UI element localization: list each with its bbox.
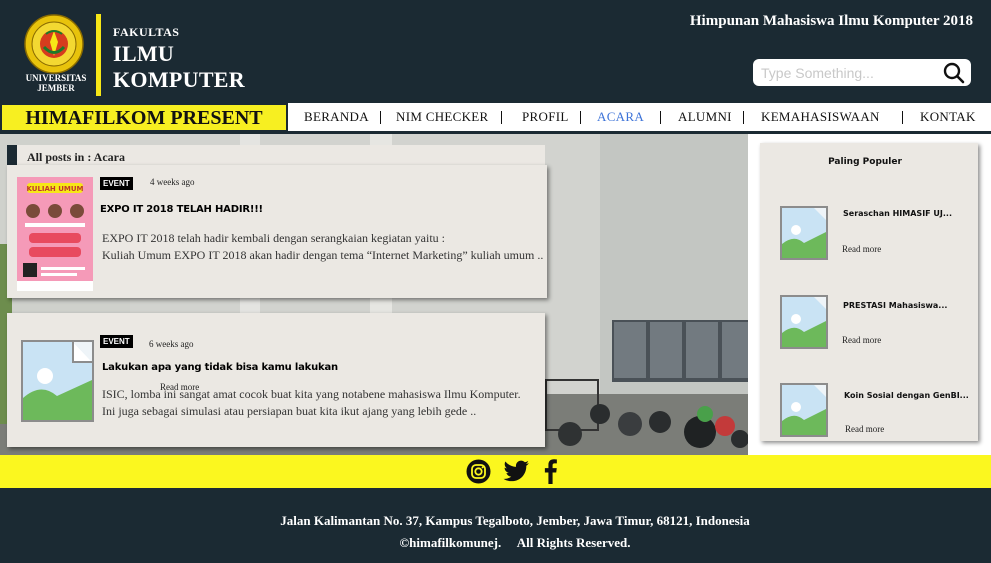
site-brand[interactable]: HIMAFILKOM PRESENT: [0, 103, 288, 132]
post-time: 4 weeks ago: [150, 177, 195, 187]
nav-separator: [902, 111, 903, 124]
broken-image-icon: [23, 342, 92, 420]
footer-copyright: ©himafilkomunej. All Rights Reserved.: [399, 535, 631, 550]
category-badge[interactable]: EVENT: [100, 335, 133, 348]
nav-separator: [380, 111, 381, 124]
broken-image-icon: [782, 385, 826, 435]
nav-item-beranda[interactable]: BERANDA: [304, 109, 369, 125]
nav-item-kemahasiswaan[interactable]: KEMAHASISWAAN: [761, 109, 880, 125]
site-footer: Jalan Kalimantan No. 37, Kampus Tegalbot…: [0, 488, 991, 563]
site-header: UNIVERSITAS JEMBER FAKULTAS ILMU KOMPUTE…: [0, 0, 991, 103]
poster-headline: KULIAH UMUM: [26, 185, 83, 193]
post-card[interactable]: KULIAH UMUM EVENT 4 weeks ago EXPO IT 20…: [7, 165, 547, 298]
poster-image: KULIAH UMUM: [17, 177, 93, 291]
nav-item-acara[interactable]: ACARA: [597, 109, 644, 125]
post-card[interactable]: EVENT 6 weeks ago Lakukan apa yang tidak…: [7, 313, 545, 447]
excerpt-line: EXPO IT 2018 telah hadir kembali dengan …: [102, 231, 446, 245]
faculty-name-line: KOMPUTER: [113, 67, 245, 92]
nav-separator: [743, 111, 744, 124]
faculty-name: ILMU KOMPUTER: [113, 41, 245, 93]
popular-title: Paling Populer: [828, 157, 902, 167]
caption-line: UNIVERSITAS: [25, 73, 87, 83]
faculty-name-line: ILMU: [113, 41, 175, 66]
popular-post-title[interactable]: Koin Sosial dengan GenBI...: [844, 391, 969, 400]
university-logo[interactable]: [22, 14, 86, 76]
search-icon[interactable]: [943, 62, 965, 84]
nav-item-alumni[interactable]: ALUMNI: [678, 109, 732, 125]
popular-thumbnail[interactable]: [780, 295, 828, 349]
social-bar: [0, 455, 991, 488]
main-nav: HIMAFILKOM PRESENT BERANDA NIM CHECKER P…: [0, 103, 991, 134]
caption-line: JEMBER: [37, 83, 75, 93]
popular-posts-panel: Paling Populer Seraschan HIMASIF UJ... R…: [760, 143, 978, 441]
post-title[interactable]: EXPO IT 2018 TELAH HADIR!!!: [100, 204, 263, 215]
excerpt-line: Kuliah Umum EXPO IT 2018 akan hadir deng…: [102, 248, 544, 262]
twitter-icon[interactable]: [503, 459, 530, 484]
popular-thumbnail[interactable]: [780, 206, 828, 260]
popular-thumbnail[interactable]: [780, 383, 828, 437]
nav-separator: [660, 111, 661, 124]
nav-item-nim-checker[interactable]: NIM CHECKER: [396, 109, 489, 125]
header-divider: [96, 14, 101, 96]
category-badge[interactable]: EVENT: [100, 177, 133, 190]
nav-item-profil[interactable]: PROFIL: [522, 109, 569, 125]
popular-post-title[interactable]: Seraschan HIMASIF UJ...: [843, 209, 952, 218]
read-more-link[interactable]: Read more: [845, 424, 884, 434]
excerpt-line: Ini juga sebagai simulasi atau persiapan…: [102, 404, 477, 418]
post-thumbnail[interactable]: KULIAH UMUM: [17, 177, 93, 291]
organization-name: Himpunan Mahasiswa Ilmu Komputer 2018: [689, 13, 973, 29]
read-more-link[interactable]: Read more: [842, 335, 881, 345]
broken-image-icon: [782, 297, 826, 347]
read-more-link[interactable]: Read more: [842, 244, 881, 254]
instagram-icon[interactable]: [466, 459, 491, 484]
post-excerpt: ISIC, lomba ini sangat amat cocok buat k…: [102, 386, 521, 420]
post-time: 6 weeks ago: [149, 339, 194, 349]
search-input[interactable]: [761, 63, 936, 82]
broken-image-icon: [782, 208, 826, 258]
facebook-icon[interactable]: [543, 459, 558, 484]
footer-address: Jalan Kalimantan No. 37, Kampus Tegalbot…: [280, 513, 750, 528]
post-thumbnail[interactable]: [21, 340, 94, 422]
search-box: [753, 59, 971, 86]
breadcrumb-text: All posts in : Acara: [27, 150, 126, 164]
university-caption: UNIVERSITAS JEMBER: [18, 73, 94, 93]
post-title[interactable]: Lakukan apa yang tidak bisa kamu lakukan: [102, 362, 338, 373]
post-excerpt: EXPO IT 2018 telah hadir kembali dengan …: [102, 230, 543, 264]
nav-separator: [580, 111, 581, 124]
nav-separator: [501, 111, 502, 124]
faculty-label: FAKULTAS: [113, 25, 180, 39]
popular-post-title[interactable]: PRESTASI Mahasiswa...: [843, 301, 947, 310]
nav-item-kontak[interactable]: KONTAK: [920, 109, 976, 125]
excerpt-line: ISIC, lomba ini sangat amat cocok buat k…: [102, 387, 521, 401]
